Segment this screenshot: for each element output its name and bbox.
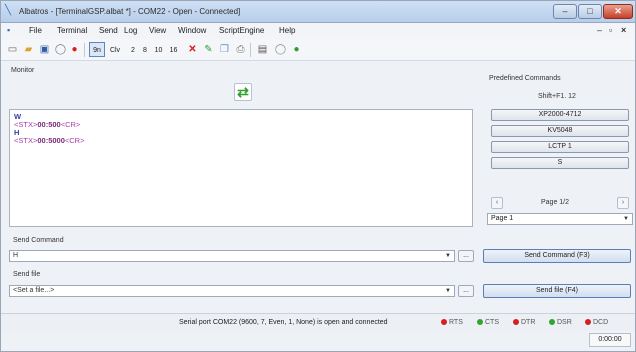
window-title: Albatros - [TerminalGSP.albat *] - COM22… xyxy=(19,7,241,16)
title-bar: ╲ Albatros - [TerminalGSP.albat *] - COM… xyxy=(1,1,635,23)
copy-icon[interactable]: ❐ xyxy=(217,42,232,57)
status-bar: Serial port COM22 (9600, 7, Even, 1, Non… xyxy=(1,313,635,331)
led-cts: CTS xyxy=(477,319,499,326)
elapsed-timer: 0:00:00 xyxy=(589,333,631,347)
toolbar: ▭ ▰ ▣ ◯ ● 9n Clv 2 8 10 16 ✕ ✎ ❐ ⎙ ▤ ◯ ● xyxy=(1,39,635,61)
menu-window[interactable]: Window xyxy=(178,26,206,35)
send-file-button[interactable]: Send file (F4) xyxy=(483,284,631,298)
page-prev-button[interactable]: ‹ xyxy=(491,197,503,209)
base-2-button[interactable]: 2 xyxy=(128,42,138,57)
edit-icon[interactable]: ✎ xyxy=(201,42,216,57)
clear-view-button[interactable]: Clv xyxy=(107,42,123,57)
led-dtr-icon xyxy=(513,319,519,325)
base-8-button[interactable]: 8 xyxy=(140,42,150,57)
predefined-commands-label: Predefined Commands xyxy=(489,75,561,82)
monitor-line-tx: <STX>00:5000<CR> xyxy=(14,136,85,145)
child-minimize-icon[interactable]: – xyxy=(597,25,602,35)
toolbar-separator xyxy=(84,43,85,57)
monitor-line-tx: <STX>00:500<CR> xyxy=(14,120,81,129)
base-16-button[interactable]: 16 xyxy=(167,42,180,57)
open-folder-icon[interactable]: ▰ xyxy=(21,42,36,57)
menu-terminal[interactable]: Terminal xyxy=(57,26,87,35)
led-dsr-icon xyxy=(549,319,555,325)
led-dcd: DCD xyxy=(585,319,608,326)
menu-scriptengine[interactable]: ScriptEngine xyxy=(219,26,264,35)
chevron-down-icon: ▼ xyxy=(445,253,451,259)
predefined-command-button[interactable]: S xyxy=(491,157,629,169)
monitor-label: Monitor xyxy=(11,67,35,74)
predefined-command-button[interactable]: XP2000-4712 xyxy=(491,109,629,121)
send-file-input[interactable]: <Set a file...> ▼ xyxy=(9,285,455,297)
chevron-down-icon: ▼ xyxy=(445,288,451,294)
menu-log[interactable]: Log xyxy=(124,26,137,35)
minimize-button[interactable]: – xyxy=(553,4,577,19)
send-command-label: Send Command xyxy=(13,237,64,244)
chevron-down-icon: ▼ xyxy=(623,216,629,222)
stop-icon[interactable]: ● xyxy=(67,42,82,57)
send-command-input[interactable]: H ▼ xyxy=(9,250,455,262)
menu-help[interactable]: Help xyxy=(279,26,295,35)
run-icon[interactable]: ● xyxy=(289,42,304,57)
page-select[interactable]: Page 1 ▼ xyxy=(487,213,633,225)
monitor-output[interactable]: W <STX>00:500<CR> H <STX>00:5000<CR> xyxy=(9,109,473,227)
page-indicator: Page 1/2 xyxy=(541,199,570,206)
child-close-icon[interactable]: × xyxy=(621,25,626,35)
connection-status-text: Serial port COM22 (9600, 7, Even, 1, Non… xyxy=(179,319,388,326)
predefined-hint: Shift+F1. 12 xyxy=(538,93,576,100)
swap-icon[interactable]: ⇄ xyxy=(234,83,252,101)
view-mode-button[interactable]: 9n xyxy=(89,42,105,57)
app-window: ╲ Albatros - [TerminalGSP.albat *] - COM… xyxy=(0,0,636,352)
menu-send[interactable]: Send xyxy=(99,26,118,35)
send-command-browse-button[interactable]: ... xyxy=(458,250,474,262)
led-rts: RTS xyxy=(441,319,463,326)
save-icon[interactable]: ▣ xyxy=(37,42,52,57)
child-restore-icon[interactable]: ▫ xyxy=(609,25,612,35)
led-dcd-icon xyxy=(585,319,591,325)
app-icon: ╲ xyxy=(5,5,12,16)
predefined-command-button[interactable]: LCTP 1 xyxy=(491,141,629,153)
toolbar-separator xyxy=(250,43,251,57)
led-cts-icon xyxy=(477,319,483,325)
settings-icon[interactable]: ▤ xyxy=(255,42,270,57)
base-10-button[interactable]: 10 xyxy=(152,42,165,57)
print-icon[interactable]: ⎙ xyxy=(233,42,248,57)
new-file-icon[interactable]: ▭ xyxy=(5,42,20,57)
predefined-command-button[interactable]: KV5048 xyxy=(491,125,629,137)
menu-bar: ▪ File Terminal Send Log View Window Scr… xyxy=(1,23,635,39)
document-icon[interactable]: ▪ xyxy=(7,25,10,35)
send-file-label: Send file xyxy=(13,271,41,278)
close-button[interactable]: ✕ xyxy=(603,4,633,19)
menu-view[interactable]: View xyxy=(149,26,166,35)
send-command-button[interactable]: Send Command (F3) xyxy=(483,249,631,263)
led-dsr: DSR xyxy=(549,319,572,326)
menu-file[interactable]: File xyxy=(29,26,42,35)
pause-icon[interactable]: ◯ xyxy=(273,42,288,57)
monitor-line-rx: W xyxy=(14,112,22,121)
led-rts-icon xyxy=(441,319,447,325)
delete-icon[interactable]: ✕ xyxy=(185,42,200,57)
send-file-browse-button[interactable]: ... xyxy=(458,285,474,297)
disconnect-icon[interactable]: ◯ xyxy=(53,42,68,57)
maximize-button[interactable]: □ xyxy=(578,4,602,19)
page-next-button[interactable]: › xyxy=(617,197,629,209)
led-dtr: DTR xyxy=(513,319,535,326)
